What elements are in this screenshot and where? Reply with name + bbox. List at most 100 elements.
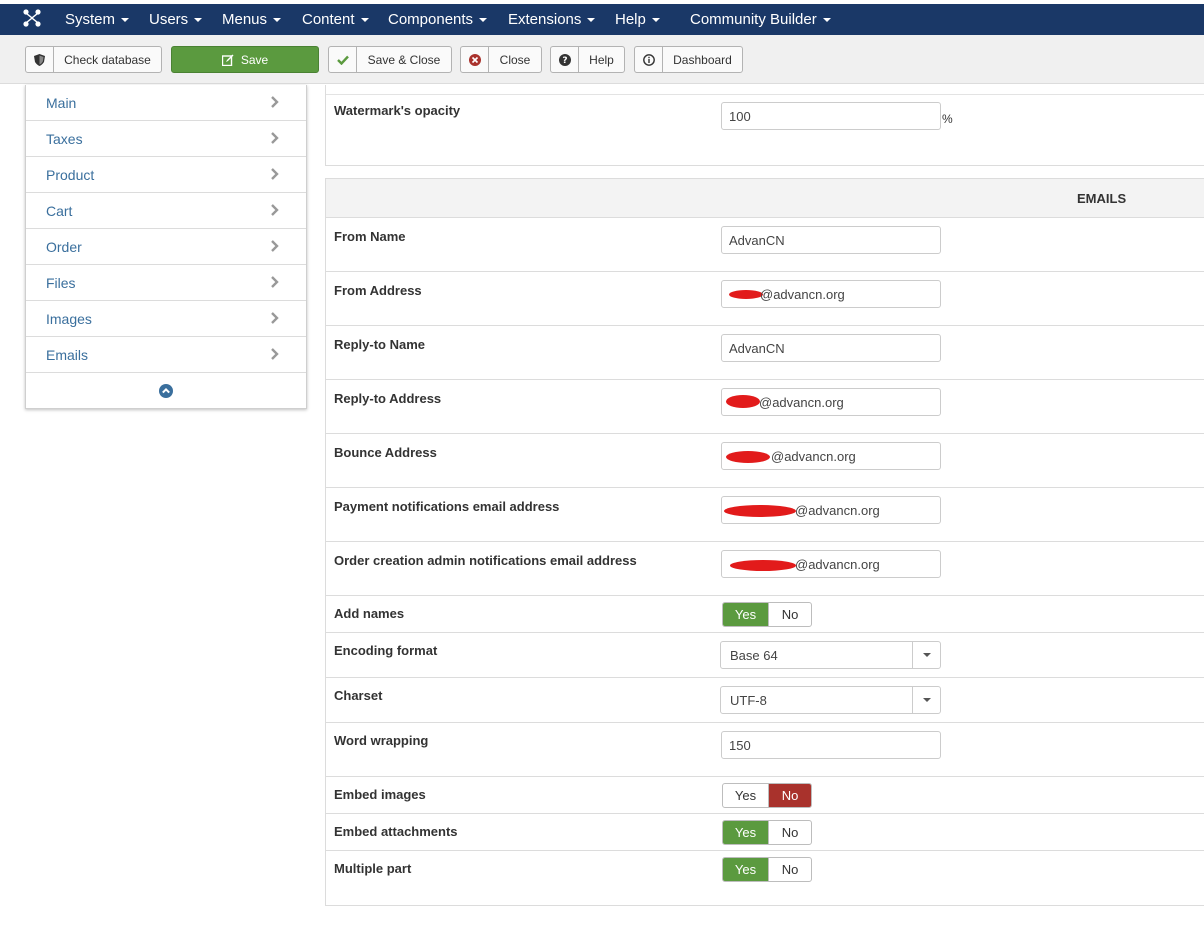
charset-value: UTF-8: [730, 693, 767, 708]
form-row-order-creation: Order creation admin notifications email…: [326, 542, 1204, 596]
form-row-reply-to-address: Reply-to Address @advancn.org: [326, 380, 1204, 434]
edit-icon: [221, 54, 234, 66]
bounce-address-label: Bounce Address: [334, 445, 437, 460]
order-creation-input[interactable]: @advancn.org: [721, 550, 941, 578]
add-names-toggle: Yes No: [722, 602, 812, 627]
encoding-format-value: Base 64: [730, 648, 778, 663]
from-name-label: From Name: [334, 229, 406, 244]
reply-to-address-value: @advancn.org: [759, 395, 844, 410]
payment-notifications-input[interactable]: @advancn.org: [721, 496, 941, 524]
caret-down-icon: [194, 17, 203, 22]
section-title: EMAILS: [1077, 191, 1127, 206]
reply-to-name-input[interactable]: [721, 334, 941, 362]
sidebar-item-order[interactable]: Order: [26, 229, 306, 265]
percent-unit: %: [942, 112, 953, 126]
close-button[interactable]: Close: [460, 46, 542, 73]
menu-users[interactable]: Users: [149, 4, 203, 35]
chevron-right-icon: [271, 204, 279, 216]
chevron-right-icon: [271, 168, 279, 180]
menu-system[interactable]: System: [65, 4, 130, 35]
encoding-format-select[interactable]: Base 64: [720, 641, 941, 669]
embed-attachments-no[interactable]: No: [769, 821, 811, 844]
sidebar-item-taxes[interactable]: Taxes: [26, 121, 306, 157]
caret-down-icon: [479, 17, 488, 22]
menu-extensions[interactable]: Extensions: [508, 4, 596, 35]
dashboard-button[interactable]: Dashboard: [634, 46, 743, 73]
word-wrapping-label: Word wrapping: [334, 733, 429, 748]
menu-help[interactable]: Help: [615, 4, 660, 35]
payment-notifications-value: @advancn.org: [795, 503, 880, 518]
multiple-part-no[interactable]: No: [769, 858, 811, 881]
watermark-opacity-input[interactable]: [721, 102, 941, 130]
caret-down-icon: [651, 17, 660, 22]
save-close-button[interactable]: Save & Close: [328, 46, 452, 73]
embed-images-no[interactable]: No: [769, 784, 811, 807]
redaction-mark: [724, 505, 796, 517]
bounce-address-input[interactable]: @advancn.org: [721, 442, 941, 470]
sidebar: Main Taxes Product Cart Order Files Imag…: [25, 85, 307, 409]
info-circle-icon: [635, 47, 663, 72]
menu-menus[interactable]: Menus: [222, 4, 282, 35]
charset-label: Charset: [334, 688, 383, 703]
encoding-format-label: Encoding format: [334, 643, 438, 658]
caret-down-icon: [121, 17, 130, 22]
check-database-button[interactable]: Check database: [25, 46, 162, 73]
form-row-multiple-part: Multiple part Yes No: [326, 851, 1204, 905]
add-names-yes[interactable]: Yes: [723, 603, 769, 626]
from-address-input[interactable]: @advancn.org: [721, 280, 941, 308]
word-wrapping-input[interactable]: [721, 731, 941, 759]
charset-select[interactable]: UTF-8: [720, 686, 941, 714]
from-address-value: @advancn.org: [760, 287, 845, 302]
redaction-mark: [726, 395, 760, 408]
sidebar-collapse-button[interactable]: [26, 373, 306, 408]
joomla-logo-icon[interactable]: [22, 8, 42, 28]
watermark-opacity-label: Watermark's opacity: [334, 103, 461, 118]
help-button[interactable]: ? Help: [550, 46, 625, 73]
from-name-input[interactable]: [721, 226, 941, 254]
svg-text:?: ?: [562, 56, 567, 66]
embed-attachments-yes[interactable]: Yes: [723, 821, 769, 844]
reply-to-name-label: Reply-to Name: [334, 337, 426, 352]
shield-icon: [26, 47, 54, 72]
redaction-mark: [730, 560, 796, 571]
form-row-from-name: From Name: [326, 218, 1204, 272]
sidebar-item-cart[interactable]: Cart: [26, 193, 306, 229]
menu-content[interactable]: Content: [302, 4, 369, 35]
sidebar-item-main[interactable]: Main: [26, 85, 306, 121]
chevron-right-icon: [271, 312, 279, 324]
form-row-bounce-address: Bounce Address @advancn.org: [326, 434, 1204, 488]
form-row-embed-images: Embed images Yes No: [326, 777, 1204, 814]
reply-to-address-input[interactable]: @advancn.org: [721, 388, 941, 416]
sidebar-item-images[interactable]: Images: [26, 301, 306, 337]
chevron-right-icon: [271, 348, 279, 360]
form-row-payment-notifications: Payment notifications email address @adv…: [326, 488, 1204, 542]
close-circle-icon: [461, 47, 489, 72]
chevron-up-circle-icon: [159, 383, 173, 398]
multiple-part-toggle: Yes No: [722, 857, 812, 882]
emails-panel: EMAILS From Name From Address @advancn.o…: [325, 178, 1204, 906]
menu-community-builder[interactable]: Community Builder: [690, 4, 831, 35]
add-names-no[interactable]: No: [769, 603, 811, 626]
chevron-right-icon: [271, 240, 279, 252]
multiple-part-label: Multiple part: [334, 861, 412, 876]
caret-down-icon: [273, 17, 282, 22]
menu-components[interactable]: Components: [388, 4, 488, 35]
embed-images-label: Embed images: [334, 787, 426, 802]
form-row-reply-to-name: Reply-to Name: [326, 326, 1204, 380]
embed-images-toggle: Yes No: [722, 783, 812, 808]
form-row-charset: Charset UTF-8: [326, 678, 1204, 723]
embed-images-yes[interactable]: Yes: [723, 784, 769, 807]
sidebar-item-emails[interactable]: Emails: [26, 337, 306, 373]
multiple-part-yes[interactable]: Yes: [723, 858, 769, 881]
sidebar-item-files[interactable]: Files: [26, 265, 306, 301]
form-row-word-wrapping: Word wrapping: [326, 723, 1204, 777]
form-row-add-names: Add names Yes No: [326, 596, 1204, 633]
sidebar-item-product[interactable]: Product: [26, 157, 306, 193]
caret-down-icon: [912, 642, 940, 668]
save-button[interactable]: Save: [171, 46, 319, 73]
redaction-mark: [726, 451, 770, 463]
order-creation-label: Order creation admin notifications email…: [334, 553, 637, 568]
form-row-embed-attachments: Embed attachments Yes No: [326, 814, 1204, 851]
caret-down-icon: [912, 687, 940, 713]
embed-attachments-toggle: Yes No: [722, 820, 812, 845]
